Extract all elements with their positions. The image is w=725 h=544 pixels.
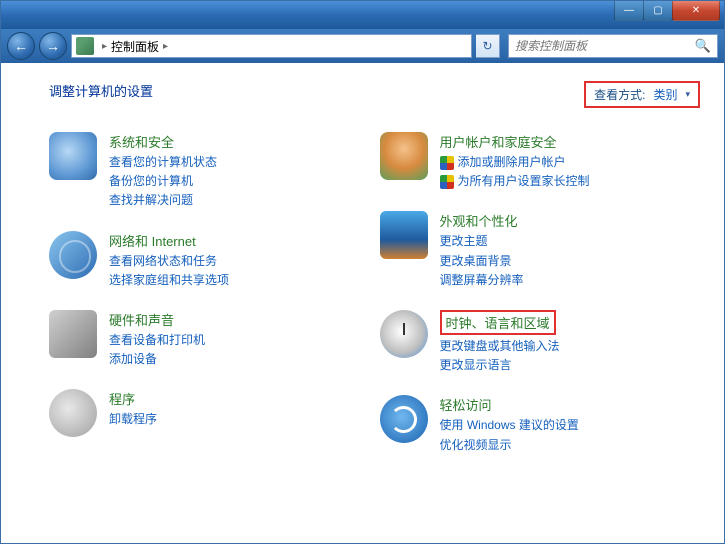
minimize-button[interactable]: — — [614, 1, 644, 21]
view-by-dropdown[interactable]: 查看方式: 类别 ▾ — [584, 81, 700, 108]
ico-prg-icon — [49, 389, 97, 437]
category-link-text: 添加设备 — [109, 350, 157, 369]
category-item: 轻松访问使用 Windows 建议的设置优化视频显示 — [380, 395, 701, 454]
category-item: 用户帐户和家庭安全添加或删除用户帐户为所有用户设置家长控制 — [380, 132, 701, 191]
category-link-text: 卸载程序 — [109, 410, 157, 429]
breadcrumb-sep: ▸ — [159, 41, 172, 52]
titlebar: — ▢ ✕ — [1, 1, 724, 29]
view-by-value: 类别 — [653, 86, 677, 103]
category-link[interactable]: 优化视频显示 — [440, 436, 701, 455]
category-title[interactable]: 系统和安全 — [109, 132, 370, 151]
category-link[interactable]: 查找并解决问题 — [109, 191, 370, 210]
search-input[interactable] — [515, 39, 695, 53]
category-link[interactable]: 更改键盘或其他输入法 — [440, 337, 701, 356]
category-body: 用户帐户和家庭安全添加或删除用户帐户为所有用户设置家长控制 — [440, 132, 701, 191]
category-link[interactable]: 更改桌面背景 — [440, 252, 701, 271]
chevron-down-icon: ▾ — [685, 89, 690, 100]
category-link-text: 查看网络状态和任务 — [109, 252, 217, 271]
category-body: 系统和安全查看您的计算机状态备份您的计算机查找并解决问题 — [109, 132, 370, 211]
category-link-text: 更改键盘或其他输入法 — [440, 337, 560, 356]
category-item: 网络和 Internet 查看网络状态和任务选择家庭组和共享选项 — [49, 231, 370, 290]
category-link[interactable]: 使用 Windows 建议的设置 — [440, 416, 701, 435]
category-body: 程序卸载程序 — [109, 389, 370, 429]
header-row: 调整计算机的设置 查看方式: 类别 ▾ — [49, 81, 700, 108]
ico-sys-icon — [49, 132, 97, 180]
category-link[interactable]: 为所有用户设置家长控制 — [440, 172, 701, 191]
address-bar[interactable]: ▸ 控制面板 ▸ — [71, 34, 472, 58]
category-link[interactable]: 卸载程序 — [109, 410, 370, 429]
category-column-right: 用户帐户和家庭安全添加或删除用户帐户为所有用户设置家长控制外观和个性化更改主题更… — [380, 132, 701, 475]
ico-net-icon — [49, 231, 97, 279]
window-frame: — ▢ ✕ ← → ▸ 控制面板 ▸ ↻ 🔍 调整计算机的设置 查看方式: 类别… — [0, 0, 725, 544]
category-body: 外观和个性化更改主题更改桌面背景调整屏幕分辨率 — [440, 211, 701, 290]
category-title[interactable]: 硬件和声音 — [109, 310, 370, 329]
search-box[interactable]: 🔍 — [508, 34, 718, 58]
category-link[interactable]: 调整屏幕分辨率 — [440, 271, 701, 290]
breadcrumb-sep: ▸ — [98, 41, 111, 52]
category-link-text: 更改主题 — [440, 232, 488, 251]
category-title[interactable]: 外观和个性化 — [440, 211, 701, 230]
category-link-text: 添加或删除用户帐户 — [458, 153, 566, 172]
search-icon[interactable]: 🔍 — [695, 38, 711, 54]
category-grid: 系统和安全查看您的计算机状态备份您的计算机查找并解决问题网络和 Internet… — [49, 132, 700, 475]
category-title[interactable]: 程序 — [109, 389, 370, 408]
category-link[interactable]: 查看网络状态和任务 — [109, 252, 370, 271]
page-title: 调整计算机的设置 — [49, 81, 153, 100]
shield-icon — [440, 156, 454, 170]
category-link-text: 备份您的计算机 — [109, 172, 193, 191]
control-panel-icon — [76, 37, 94, 55]
ico-clk-icon — [380, 310, 428, 358]
category-title[interactable]: 用户帐户和家庭安全 — [440, 132, 701, 151]
ico-acc-icon — [380, 395, 428, 443]
category-link-text: 查看您的计算机状态 — [109, 153, 217, 172]
category-link[interactable]: 选择家庭组和共享选项 — [109, 271, 370, 290]
ico-usr-icon — [380, 132, 428, 180]
view-by-label: 查看方式: — [594, 86, 645, 103]
refresh-button[interactable]: ↻ — [476, 34, 500, 58]
category-item: 硬件和声音查看设备和打印机添加设备 — [49, 310, 370, 369]
window-controls: — ▢ ✕ — [615, 1, 720, 21]
category-link[interactable]: 备份您的计算机 — [109, 172, 370, 191]
category-body: 轻松访问使用 Windows 建议的设置优化视频显示 — [440, 395, 701, 454]
category-body: 时钟、语言和区域更改键盘或其他输入法更改显示语言 — [440, 310, 701, 375]
category-column-left: 系统和安全查看您的计算机状态备份您的计算机查找并解决问题网络和 Internet… — [49, 132, 370, 475]
category-link-text: 更改桌面背景 — [440, 252, 512, 271]
category-link[interactable]: 添加设备 — [109, 350, 370, 369]
content-area: 调整计算机的设置 查看方式: 类别 ▾ 系统和安全查看您的计算机状态备份您的计算… — [1, 63, 724, 543]
category-item: 程序卸载程序 — [49, 389, 370, 437]
shield-icon — [440, 175, 454, 189]
category-link-text: 更改显示语言 — [440, 356, 512, 375]
navigation-bar: ← → ▸ 控制面板 ▸ ↻ 🔍 — [1, 29, 724, 63]
back-button[interactable]: ← — [7, 32, 35, 60]
category-link[interactable]: 查看您的计算机状态 — [109, 153, 370, 172]
category-link-text: 为所有用户设置家长控制 — [458, 172, 590, 191]
category-body: 硬件和声音查看设备和打印机添加设备 — [109, 310, 370, 369]
category-title[interactable]: 轻松访问 — [440, 395, 701, 414]
category-item: 外观和个性化更改主题更改桌面背景调整屏幕分辨率 — [380, 211, 701, 290]
category-link[interactable]: 查看设备和打印机 — [109, 331, 370, 350]
category-link[interactable]: 更改显示语言 — [440, 356, 701, 375]
ico-app-icon — [380, 211, 428, 259]
category-link-text: 查找并解决问题 — [109, 191, 193, 210]
maximize-button[interactable]: ▢ — [643, 1, 673, 21]
category-body: 网络和 Internet 查看网络状态和任务选择家庭组和共享选项 — [109, 231, 370, 290]
category-link-text: 调整屏幕分辨率 — [440, 271, 524, 290]
category-item: 时钟、语言和区域更改键盘或其他输入法更改显示语言 — [380, 310, 701, 375]
category-link[interactable]: 添加或删除用户帐户 — [440, 153, 701, 172]
close-button[interactable]: ✕ — [672, 1, 720, 21]
category-link-text: 优化视频显示 — [440, 436, 512, 455]
category-item: 系统和安全查看您的计算机状态备份您的计算机查找并解决问题 — [49, 132, 370, 211]
breadcrumb-root[interactable]: 控制面板 — [111, 38, 159, 55]
ico-hw-icon — [49, 310, 97, 358]
forward-button[interactable]: → — [39, 32, 67, 60]
category-link-text: 使用 Windows 建议的设置 — [440, 416, 579, 435]
category-link[interactable]: 更改主题 — [440, 232, 701, 251]
category-link-text: 选择家庭组和共享选项 — [109, 271, 229, 290]
category-title[interactable]: 网络和 Internet — [109, 231, 370, 250]
category-link-text: 查看设备和打印机 — [109, 331, 205, 350]
category-title[interactable]: 时钟、语言和区域 — [440, 310, 556, 335]
